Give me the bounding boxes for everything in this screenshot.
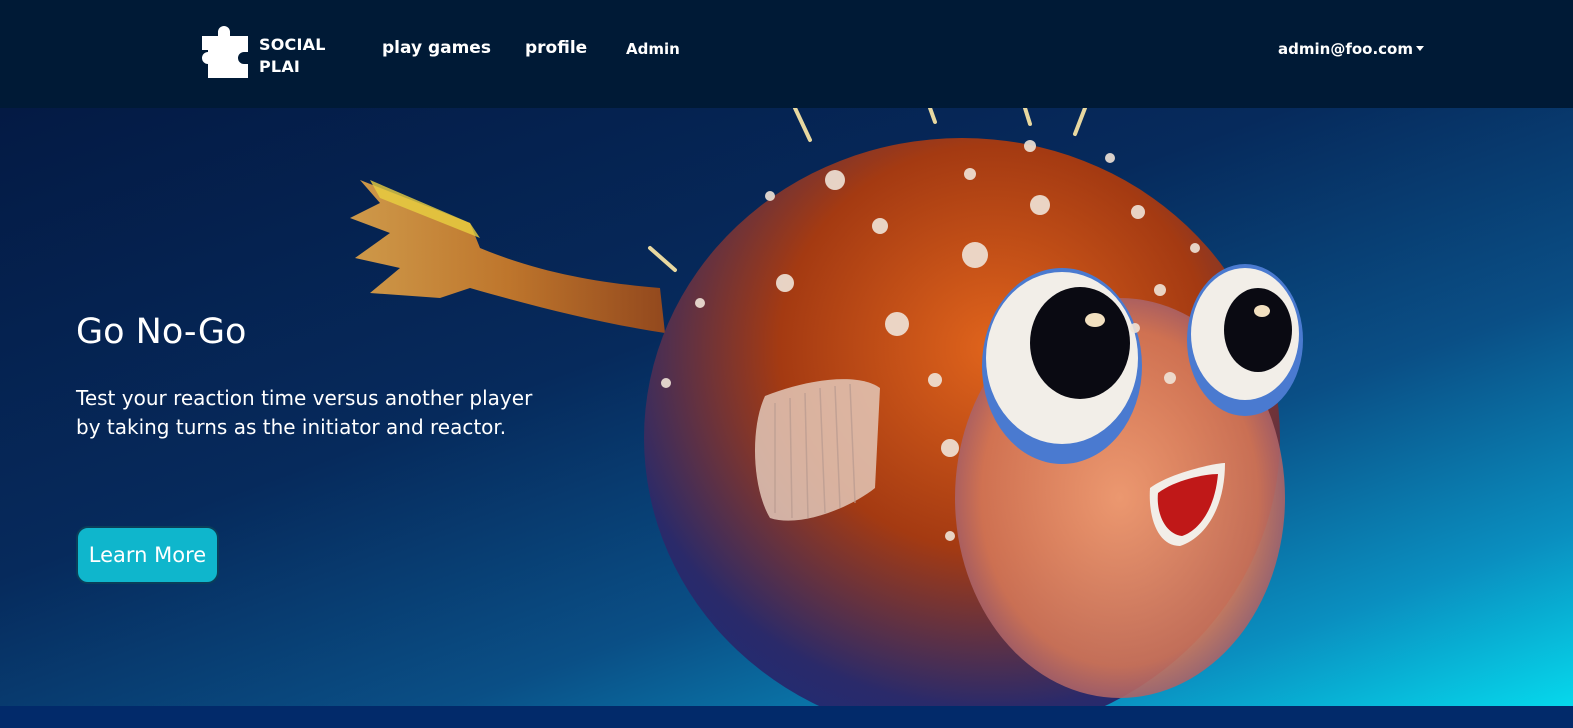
user-menu-dropdown[interactable]: admin@foo.com	[1278, 40, 1424, 58]
user-email: admin@foo.com	[1278, 40, 1413, 58]
brand-name: SOCIAL PLAI	[259, 34, 326, 78]
caret-down-icon	[1416, 45, 1424, 51]
nav-link-play-games[interactable]: play games	[382, 38, 491, 58]
nav-link-admin[interactable]: Admin	[626, 40, 680, 58]
footer-strip	[0, 706, 1573, 728]
nav-link-profile[interactable]: profile	[525, 38, 587, 58]
top-navbar: SOCIAL PLAI play games profile Admin adm…	[0, 0, 1573, 108]
brand-logo-link[interactable]: SOCIAL PLAI	[194, 22, 344, 82]
hero-title: Go No-Go	[76, 312, 247, 352]
brand-line-1: SOCIAL	[259, 35, 326, 54]
hero-banner: Go No-Go Test your reaction time versus …	[0, 108, 1573, 706]
hero-description: Test your reaction time versus another p…	[76, 386, 533, 439]
learn-more-button[interactable]: Learn More	[76, 526, 219, 584]
brand-line-2: PLAI	[259, 57, 301, 76]
puzzle-piece-icon	[202, 26, 248, 78]
